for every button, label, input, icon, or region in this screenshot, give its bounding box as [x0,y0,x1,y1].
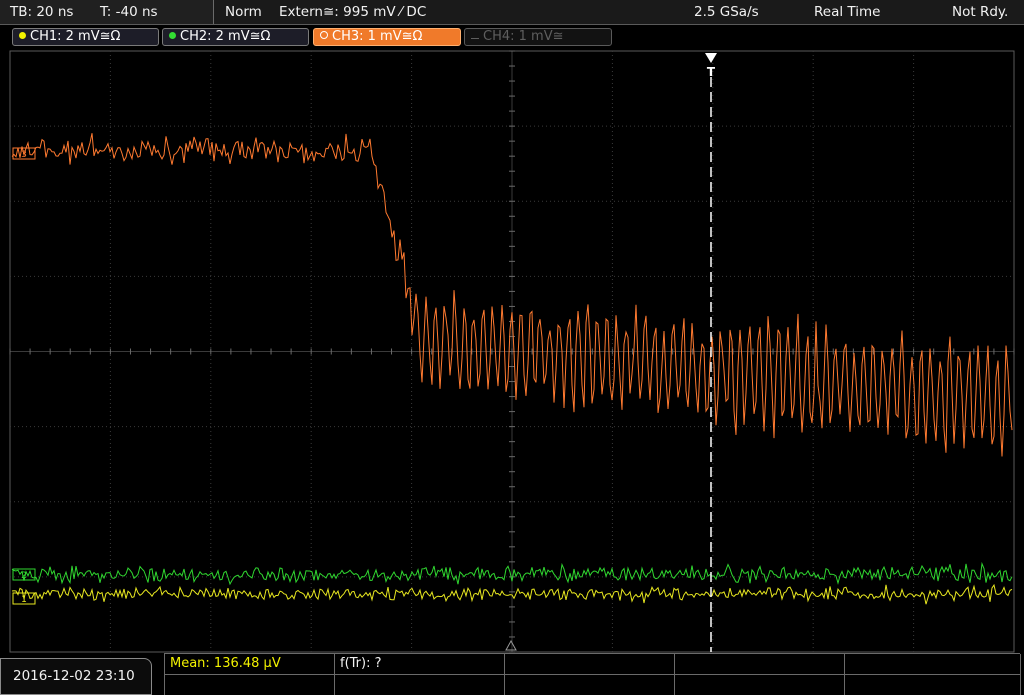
measurement-slot-6[interactable] [165,675,335,695]
ch1-label: CH1: 2 mV≅Ω [30,29,121,44]
acquisition-status-label: Not Rdy. [952,4,1009,20]
measurement-slot-10[interactable] [845,675,1021,695]
ch2-marker-label: 2 [21,571,27,581]
tab-ch3[interactable]: CH3: 1 mV≅Ω [313,28,461,46]
ch3-dot-icon [320,31,328,39]
waveform-display[interactable]: T 3 2 1 [0,49,1024,655]
bottom-bar: 2016-12-02 23:10 Mean: 136.48 µV f(Tr): … [0,653,1024,695]
trigger-mode-label[interactable]: Norm [225,4,262,20]
measurement-rise-time[interactable]: f(Tr): ? [335,654,505,675]
measurement-slot-7[interactable] [335,675,505,695]
measurement-panel: Mean: 136.48 µV f(Tr): ? [164,653,1021,695]
measurement-slot-4[interactable] [675,654,845,675]
measurement-slot-9[interactable] [675,675,845,695]
status-bar: TB: 20 ns T: -40 ns Norm Extern≅: 995 mV… [0,0,1024,25]
ch1-dot-icon [19,32,26,39]
ch3-marker-label: 3 [21,150,27,160]
timebase-label[interactable]: TB: 20 ns [10,4,73,20]
measurement-mean[interactable]: Mean: 136.48 µV [165,654,335,675]
tab-ch1[interactable]: CH1: 2 mV≅Ω [12,28,159,46]
ch2-label: CH2: 2 mV≅Ω [180,29,271,44]
ch4-dash-icon [471,38,479,39]
timebase-box[interactable]: TB: 20 ns T: -40 ns [0,0,214,24]
acquisition-mode-label[interactable]: Real Time [814,4,880,20]
channel-tabs: CH1: 2 mV≅Ω CH2: 2 mV≅Ω CH3: 1 mV≅Ω CH4:… [0,25,1024,49]
ch4-label: CH4: 1 mV≅ [483,29,564,44]
sample-rate-label: 2.5 GSa/s [694,4,759,20]
ch1-marker-label: 1 [21,595,27,605]
datetime-label: 2016-12-02 23:10 [13,668,135,684]
ch3-label: CH3: 1 mV≅Ω [332,29,423,44]
trigger-time-label[interactable]: T: -40 ns [100,4,158,20]
tab-ch2[interactable]: CH2: 2 mV≅Ω [162,28,309,46]
tab-ch4[interactable]: CH4: 1 mV≅ [464,28,612,46]
measurement-slot-8[interactable] [505,675,675,695]
measurement-slot-3[interactable] [505,654,675,675]
datetime-box: 2016-12-02 23:10 [0,658,152,695]
oscilloscope-screen: TB: 20 ns T: -40 ns Norm Extern≅: 995 mV… [0,0,1024,695]
trigger-source-label[interactable]: Extern≅: 995 mV ⁄ DC [279,4,426,20]
measurement-slot-5[interactable] [845,654,1021,675]
ch2-dot-icon [169,32,176,39]
trigger-marker-label: T [707,65,716,79]
